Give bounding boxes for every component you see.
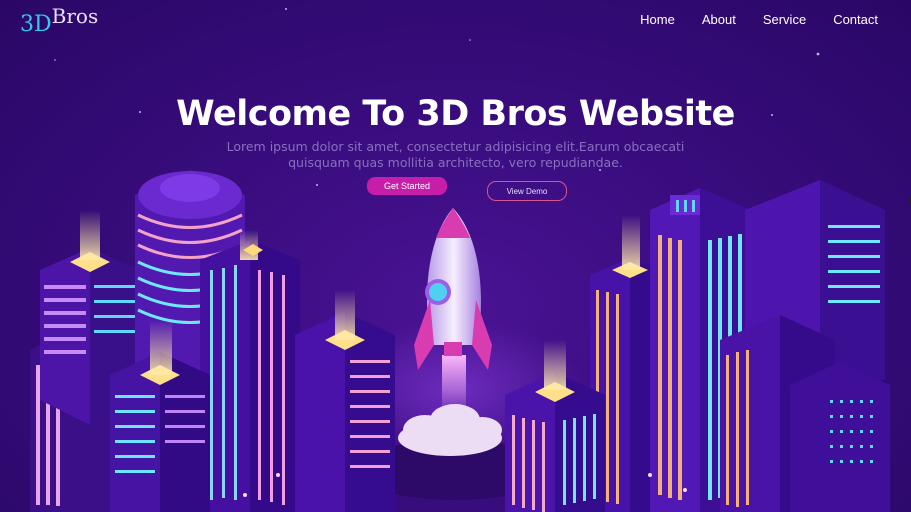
building-left-6 — [295, 290, 395, 512]
logo-3d-text: 3D — [20, 12, 52, 37]
get-started-button[interactable]: Get Started — [367, 177, 447, 195]
building-left-4 — [200, 230, 300, 512]
main-nav: Home About Service Contact — [640, 12, 878, 27]
logo[interactable]: 3DBros — [20, 4, 99, 37]
nav-about[interactable]: About — [702, 12, 736, 27]
building-right-5 — [790, 362, 890, 512]
hero-subtitle: Lorem ipsum dolor sit amet, consectetur … — [226, 139, 685, 170]
hero-title: Welcome To 3D Bros Website — [176, 94, 735, 134]
nav-home[interactable]: Home — [640, 12, 675, 27]
logo-bros-text: Bros — [51, 4, 99, 28]
nav-service[interactable]: Service — [763, 12, 806, 27]
nav-contact[interactable]: Contact — [833, 12, 878, 27]
view-demo-button[interactable]: View Demo — [487, 181, 567, 201]
city-rocket-illustration — [30, 8, 890, 512]
